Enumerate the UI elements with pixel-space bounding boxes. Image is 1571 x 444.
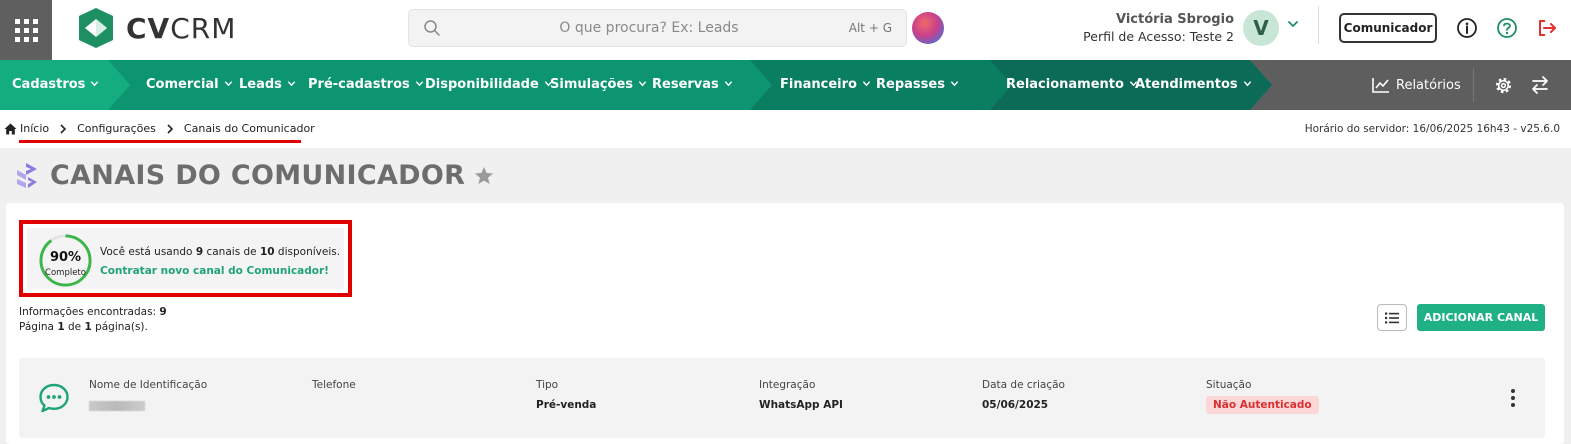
table-row[interactable]: Nome de Identificação Telefone Tipo Pré-… — [19, 358, 1545, 438]
cvcrm-logo-icon — [79, 8, 113, 48]
breadcrumb-configuracoes[interactable]: Configurações — [77, 122, 156, 135]
assistant-orb-icon[interactable] — [912, 12, 944, 44]
main-nav: Cadastros Comercial Leads Pré-cadastros … — [0, 60, 1571, 110]
chevron-down-icon — [724, 81, 732, 87]
gear-icon[interactable] — [1494, 76, 1513, 95]
hire-channel-link[interactable]: Contratar novo canal do Comunicador! — [100, 265, 329, 277]
col-nome: Nome de Identificação — [89, 379, 207, 411]
search-input[interactable] — [449, 10, 849, 46]
redacted-name — [89, 401, 145, 411]
user-info[interactable]: Victória Sbrogio Perfil de Acesso: Teste… — [1080, 12, 1234, 44]
swap-icon[interactable] — [1530, 75, 1550, 95]
page-title-area: CANAIS DO COMUNICADOR — [12, 160, 495, 191]
search-icon — [424, 20, 440, 36]
cell-data: 05/06/2025 — [982, 399, 1049, 411]
communicator-button[interactable]: Comunicador — [1339, 13, 1437, 43]
list-icon — [1385, 312, 1399, 323]
info-icon[interactable] — [1456, 17, 1478, 39]
nav-relacionamento[interactable]: Relacionamento — [1006, 60, 1138, 110]
nav-relatorios[interactable]: Relatórios — [1372, 60, 1461, 110]
chevron-down-icon — [224, 81, 232, 87]
server-time: Horário do servidor: 16/06/2025 16h43 - … — [1304, 123, 1560, 135]
avatar[interactable]: V — [1243, 10, 1279, 46]
nav-disponibilidade[interactable]: Disponibilidade — [425, 60, 553, 110]
apps-grid-icon — [14, 18, 38, 42]
cell-integracao: WhatsApp API — [759, 399, 843, 411]
col-telefone: Telefone — [312, 379, 356, 391]
chevron-down-icon[interactable] — [1287, 18, 1299, 30]
global-search[interactable]: Alt + G — [408, 9, 907, 47]
help-icon[interactable] — [1496, 17, 1518, 39]
chevron-down-icon — [91, 81, 99, 87]
col-integracao: Integração WhatsApp API — [759, 379, 843, 411]
col-situacao: Situação Não Autenticado — [1206, 379, 1319, 414]
col-data: Data de criação 05/06/2025 — [982, 379, 1065, 411]
add-channel-button[interactable]: ADICIONAR CANAL — [1417, 304, 1545, 331]
breadcrumb-inicio[interactable]: Início — [20, 122, 49, 135]
list-view-button[interactable] — [1377, 304, 1407, 331]
progress-percent: 90% — [49, 250, 82, 265]
page-title: CANAIS DO COMUNICADOR — [50, 160, 466, 191]
nav-divider — [1473, 68, 1474, 102]
cell-tipo: Pré-venda — [536, 399, 597, 411]
user-profile: Perfil de Acesso: Teste 2 — [1083, 29, 1234, 44]
top-header: CVCRM Alt + G Victória Sbrogio Perfil de… — [0, 0, 1571, 60]
nav-simulacoes[interactable]: Simulações — [550, 60, 647, 110]
communicator-logo-icon — [17, 162, 37, 188]
chevron-right-icon — [60, 123, 67, 134]
logo[interactable]: CVCRM — [76, 8, 236, 48]
chart-line-icon — [1372, 78, 1389, 93]
nav-comercial[interactable]: Comercial — [146, 60, 233, 110]
chevron-down-icon — [950, 81, 959, 87]
col-tipo: Tipo Pré-venda — [536, 379, 597, 411]
nav-financeiro[interactable]: Financeiro — [780, 60, 871, 110]
chevron-down-icon — [862, 81, 871, 87]
chevron-down-icon — [415, 81, 423, 87]
nav-leads[interactable]: Leads — [239, 60, 296, 110]
status-badge: Não Autenticado — [1206, 396, 1319, 414]
logo-text: CVCRM — [126, 11, 237, 45]
usage-highlight: 90% Completo Você está usando 9 canais d… — [19, 220, 352, 297]
breadcrumb-canais: Canais do Comunicador — [183, 122, 315, 135]
nav-pre-cadastros[interactable]: Pré-cadastros — [308, 60, 424, 110]
chevron-down-icon — [287, 81, 296, 87]
nav-repasses[interactable]: Repasses — [876, 60, 959, 110]
nav-cadastros[interactable]: Cadastros — [12, 60, 99, 110]
home-icon[interactable] — [4, 123, 17, 135]
apps-menu-button[interactable] — [0, 0, 52, 60]
results-info: Informações encontradas: 9 Página 1 de 1… — [19, 306, 167, 333]
usage-text: Você está usando 9 canais de 10 disponív… — [100, 246, 341, 258]
header-divider — [1318, 6, 1319, 44]
breadcrumb: Início Configurações Canais do Comunicad… — [4, 122, 315, 135]
progress-label: Completo — [45, 268, 86, 278]
logout-icon[interactable] — [1536, 17, 1558, 39]
chevron-right-icon — [167, 123, 174, 134]
chat-bubble-icon — [39, 383, 69, 413]
nav-atendimentos[interactable]: Atendimentos — [1135, 60, 1252, 110]
usage-panel: 90% Completo Você está usando 9 canais d… — [27, 228, 344, 289]
more-options-icon[interactable] — [1507, 388, 1519, 408]
chevron-down-icon — [1243, 81, 1251, 87]
user-name: Victória Sbrogio — [1115, 12, 1234, 27]
star-icon[interactable] — [473, 165, 495, 187]
breadcrumb-highlight — [19, 140, 301, 143]
chevron-down-icon — [638, 81, 647, 87]
nav-reservas[interactable]: Reservas — [652, 60, 733, 110]
search-shortcut: Alt + G — [848, 21, 892, 35]
